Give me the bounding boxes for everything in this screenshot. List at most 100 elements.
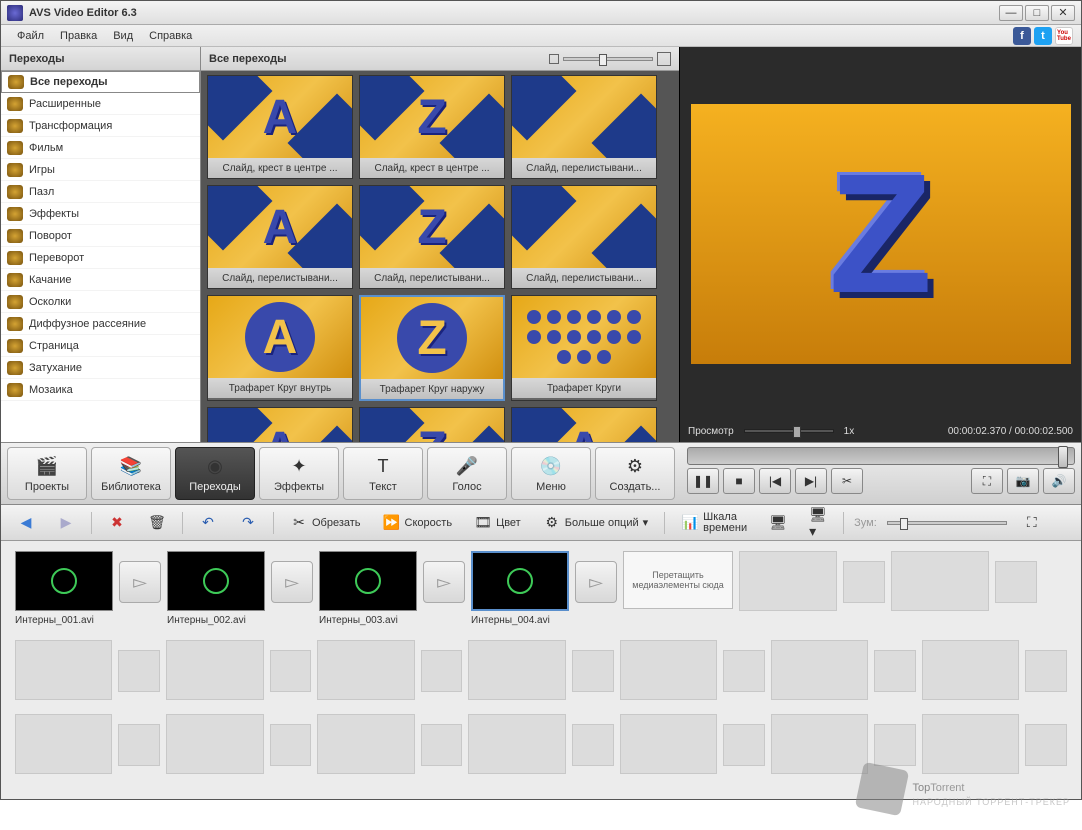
main-tab-Меню[interactable]: 💿Меню [511, 447, 591, 500]
empty-clip-slot[interactable] [15, 714, 112, 774]
category-item[interactable]: Пазл [1, 181, 200, 203]
transition-slot[interactable]: ▻ [423, 561, 465, 603]
category-item[interactable]: Переворот [1, 247, 200, 269]
empty-transition-slot[interactable] [723, 650, 765, 692]
empty-clip-slot[interactable] [771, 640, 868, 700]
menu-edit[interactable]: Правка [52, 28, 105, 44]
empty-transition-slot[interactable] [270, 650, 312, 692]
empty-clip-slot[interactable] [15, 640, 112, 700]
empty-transition-slot[interactable] [270, 724, 312, 766]
empty-clip-slot[interactable] [166, 640, 263, 700]
split-button[interactable]: ✂ [831, 468, 863, 494]
stop-button[interactable]: ■ [723, 468, 755, 494]
empty-transition-slot[interactable] [572, 724, 614, 766]
empty-transition-slot[interactable] [572, 650, 614, 692]
tl-fwd-button[interactable]: ▶ [51, 510, 81, 536]
prev-frame-button[interactable]: |◀ [759, 468, 791, 494]
empty-clip-slot[interactable] [317, 640, 414, 700]
main-tab-Текст[interactable]: TТекст [343, 447, 423, 500]
tl-undo-button[interactable]: ↶ [193, 510, 223, 536]
category-item[interactable]: Качание [1, 269, 200, 291]
transition-thumb[interactable]: AТрафарет Круг внутрь [207, 295, 353, 401]
tl-redo-button[interactable]: ↷ [233, 510, 263, 536]
main-tab-Проекты[interactable]: 🎬Проекты [7, 447, 87, 500]
transition-thumb[interactable]: AСлайд, крест в центре ... [207, 75, 353, 179]
main-tab-Эффекты[interactable]: ✦Эффекты [259, 447, 339, 500]
menu-file[interactable]: Файл [9, 28, 52, 44]
transition-thumb[interactable]: ZТрафарет Круг наружу [359, 295, 505, 401]
main-tab-Библиотека[interactable]: 📚Библиотека [91, 447, 171, 500]
empty-transition-slot[interactable] [118, 650, 160, 692]
transition-thumb[interactable]: ZСлайд, перелистывани... [359, 185, 505, 289]
preview-video[interactable]: Z [680, 47, 1081, 420]
snapshot-button[interactable]: 📷 [1007, 468, 1039, 494]
pause-button[interactable]: ❚❚ [687, 468, 719, 494]
empty-clip-slot[interactable] [620, 640, 717, 700]
empty-transition-slot[interactable] [1025, 650, 1067, 692]
fullscreen-button[interactable]: ⛶ [971, 468, 1003, 494]
empty-clip-slot[interactable] [468, 640, 565, 700]
tl-timescale-button[interactable]: 📊Шкалавремени [675, 510, 753, 536]
seek-bar[interactable] [687, 447, 1075, 465]
transition-thumb[interactable]: Z [359, 407, 505, 442]
transition-thumb[interactable]: Трафарет Круги [511, 295, 657, 401]
maximize-button[interactable]: □ [1025, 5, 1049, 21]
transition-slot[interactable]: ▻ [119, 561, 161, 603]
empty-transition-slot[interactable] [1025, 724, 1067, 766]
tl-monitor1-button[interactable]: 🖥 [763, 510, 793, 536]
twitter-icon[interactable]: t [1034, 27, 1052, 45]
category-item[interactable]: Эффекты [1, 203, 200, 225]
tl-more-button[interactable]: ⚙Больше опций▾ [537, 510, 654, 536]
category-item[interactable]: Игры [1, 159, 200, 181]
volume-button[interactable]: 🔊 [1043, 468, 1075, 494]
tl-back-button[interactable]: ◀ [11, 510, 41, 536]
tl-monitor2-button[interactable]: 🖥▾ [803, 510, 833, 536]
menu-view[interactable]: Вид [105, 28, 141, 44]
empty-transition-slot[interactable] [874, 650, 916, 692]
empty-transition-slot[interactable] [421, 650, 463, 692]
empty-clip-slot[interactable] [771, 714, 868, 774]
tl-color-button[interactable]: 🎞Цвет [468, 510, 527, 536]
transition-thumb[interactable]: AСлайд, перелистывани... [207, 185, 353, 289]
category-item[interactable]: Поворот [1, 225, 200, 247]
category-item[interactable]: Осколки [1, 291, 200, 313]
transition-thumb[interactable]: A [207, 407, 353, 442]
tl-zoom-fit-button[interactable]: ⛶ [1017, 510, 1047, 536]
zoom-slider[interactable] [563, 57, 653, 61]
category-item[interactable]: Расширенные [1, 93, 200, 115]
empty-clip-slot[interactable] [468, 714, 565, 774]
clip-thumb[interactable] [15, 551, 113, 611]
clip[interactable]: Интерны_004.avi [471, 551, 569, 626]
empty-clip-slot[interactable] [317, 714, 414, 774]
youtube-icon[interactable]: YouTube [1055, 27, 1073, 45]
category-item[interactable]: Страница [1, 335, 200, 357]
transition-thumb[interactable]: ZСлайд, крест в центре ... [359, 75, 505, 179]
clip[interactable]: Интерны_003.avi [319, 551, 417, 626]
facebook-icon[interactable]: f [1013, 27, 1031, 45]
transition-thumb[interactable]: Слайд, перелистывани... [511, 75, 657, 179]
clip-thumb[interactable] [471, 551, 569, 611]
tl-delete-button[interactable]: ✖ [102, 510, 132, 536]
empty-transition-slot[interactable] [118, 724, 160, 766]
category-item[interactable]: Диффузное рассеяние [1, 313, 200, 335]
tl-zoom-slider[interactable] [887, 521, 1007, 525]
gallery-zoom[interactable] [549, 52, 671, 66]
menu-help[interactable]: Справка [141, 28, 200, 44]
category-item[interactable]: Затухание [1, 357, 200, 379]
clip[interactable]: Интерны_002.avi [167, 551, 265, 626]
category-item[interactable]: Все переходы [1, 71, 200, 93]
main-tab-Голос[interactable]: 🎤Голос [427, 447, 507, 500]
categories-list[interactable]: Все переходыРасширенныеТрансформацияФиль… [1, 71, 200, 442]
clip-thumb[interactable] [319, 551, 417, 611]
tl-speed-button[interactable]: ⏩Скорость [377, 510, 459, 536]
preview-speed-slider[interactable] [744, 429, 834, 433]
dropzone[interactable]: Перетащить медиаэлементы сюда [623, 551, 733, 609]
empty-transition-slot[interactable] [421, 724, 463, 766]
minimize-button[interactable]: — [999, 5, 1023, 21]
transition-thumb[interactable]: Слайд, перелистывани... [511, 185, 657, 289]
close-button[interactable]: ✕ [1051, 5, 1075, 21]
tl-delete2-button[interactable]: 🗑 [142, 510, 172, 536]
tl-crop-button[interactable]: ✂Обрезать [284, 510, 367, 536]
empty-clip-slot[interactable] [922, 640, 1019, 700]
transition-thumb[interactable]: A [511, 407, 657, 442]
